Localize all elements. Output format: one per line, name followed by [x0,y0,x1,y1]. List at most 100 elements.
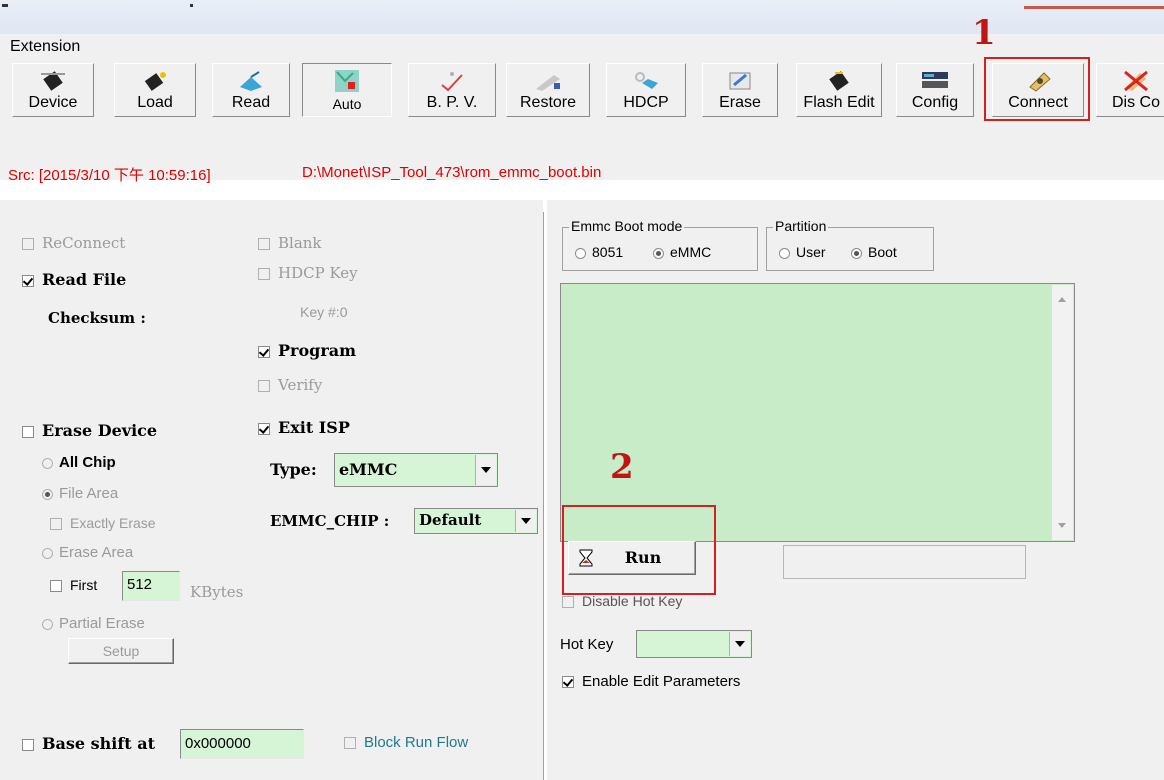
partition-boot-label: Boot [868,244,897,260]
checkbox-box [22,238,34,250]
read-button[interactable]: Read [212,63,290,117]
boot-emmc-radio[interactable]: eMMC [653,244,711,260]
reconnect-checkbox[interactable]: ReConnect [22,234,125,252]
exactly-erase-label: Exactly Erase [70,515,156,531]
chevron-down-icon [515,510,536,532]
config-icon [922,72,948,88]
chevron-down-icon [729,632,750,656]
read-file-checkbox[interactable]: Read File [22,270,126,289]
base-shift-input[interactable]: 0x000000 [180,729,304,759]
type-select-value: eMMC [339,460,398,479]
block-run-flow-label: Block Run Flow [364,734,469,751]
exactly-erase-checkbox[interactable]: Exactly Erase [50,515,156,531]
device-label: Device [28,94,78,111]
config-button[interactable]: Config [896,63,974,117]
file-area-radio[interactable]: File Area [42,485,118,502]
file-area-label: File Area [59,485,119,502]
boot-emmc-label: eMMC [670,244,712,260]
annotation-number-1: 1 [972,13,996,53]
kbytes-label: KBytes [190,583,244,601]
blank-label: Blank [278,234,322,252]
annotation-box-2 [562,505,716,595]
enable-edit-label: Enable Edit Parameters [582,673,741,690]
disable-hot-key-checkbox[interactable]: Disable Hot Key [562,593,682,609]
checkbox-box [22,274,34,287]
boot-8051-radio[interactable]: 8051 [575,244,623,260]
erase-device-checkbox[interactable]: Erase Device [22,421,157,440]
partition-group: Partition User Boot [766,218,934,271]
exit-isp-checkbox[interactable]: Exit ISP [258,418,350,437]
checkbox-box [258,380,270,392]
device-button[interactable]: Device [12,63,94,117]
type-select[interactable]: eMMC [334,453,498,487]
flash-edit-label: Flash Edit [803,94,875,111]
boot-8051-label: 8051 [592,244,624,260]
source-path: D:\Monet\ISP_Tool_473\rom_emmc_boot.bin [302,164,602,181]
eraser-icon [729,72,751,90]
program-label: Program [278,341,357,360]
disable-hot-key-label: Disable Hot Key [582,593,683,609]
checkbox-box [258,268,270,280]
reconnect-label: ReConnect [42,234,126,252]
flash-edit-button[interactable]: Flash Edit [796,63,882,117]
log-scrollbar[interactable] [1052,285,1073,540]
check-icon [441,72,463,92]
log-output[interactable] [560,283,1075,542]
read-icon [240,71,262,91]
base-shift-checkbox[interactable]: Base shift at [22,734,155,753]
hdcp-button[interactable]: HDCP [606,63,686,117]
auto-button[interactable]: Auto [302,63,392,117]
partial-erase-radio[interactable]: Partial Erase [42,615,145,632]
erase-area-radio[interactable]: Erase Area [42,544,133,561]
verify-label: Verify [278,376,323,394]
block-run-flow-checkbox[interactable]: Block Run Flow [344,734,468,751]
setup-button[interactable]: Setup [68,638,174,664]
disconnect-button[interactable]: Dis Co [1096,63,1164,117]
partition-user-radio[interactable]: User [779,244,826,260]
blank-checkbox[interactable]: Blank [258,234,322,252]
checkbox-box [22,425,34,438]
chevron-down-icon [475,455,496,485]
boot-mode-group: Emmc Boot mode 8051 eMMC [562,218,758,271]
first-kbytes-input[interactable]: 512 [122,571,180,601]
checksum-label: Checksum : [48,309,146,327]
key-icon [635,72,658,89]
all-chip-radio[interactable]: All Chip [42,454,116,471]
all-chip-label: All Chip [59,454,116,471]
type-label: Type: [270,460,317,479]
title-accent [1024,6,1164,9]
load-button[interactable]: Load [114,63,196,117]
config-label: Config [911,94,959,111]
partial-erase-label: Partial Erase [59,615,145,632]
base-shift-label: Base shift at [42,734,155,753]
hdcp-key-label: HDCP Key [278,264,358,282]
checkbox-box [258,422,270,435]
progress-field [783,545,1026,579]
hot-key-select[interactable] [636,630,752,658]
erase-label: Erase [719,94,761,111]
disconnect-label: Dis Co [1111,94,1160,111]
emmc-chip-select[interactable]: Default [414,508,538,534]
enable-edit-checkbox[interactable]: Enable Edit Parameters [562,673,740,690]
bpv-button[interactable]: B. P. V. [408,63,496,117]
checkbox-box [22,738,34,751]
restore-button[interactable]: Restore [506,63,590,117]
program-checkbox[interactable]: Program [258,341,356,360]
title-mark [2,4,8,7]
emmc-chip-select-value: Default [419,511,482,529]
radio-dot [851,247,862,259]
hdcp-key-checkbox[interactable]: HDCP Key [258,264,358,282]
partition-boot-radio[interactable]: Boot [851,244,897,260]
auto-label: Auto [332,96,362,112]
radio-dot [42,618,53,630]
menu-extension[interactable]: Extension [10,38,80,56]
checkbox-box [50,518,62,531]
verify-checkbox[interactable]: Verify [258,376,322,394]
read-label: Read [231,94,271,111]
partition-user-label: User [796,244,826,260]
checkbox-box [258,238,270,250]
load-label: Load [137,94,173,111]
radio-dot [575,247,586,259]
erase-button[interactable]: Erase [702,63,778,117]
first-checkbox[interactable]: First [50,577,97,593]
